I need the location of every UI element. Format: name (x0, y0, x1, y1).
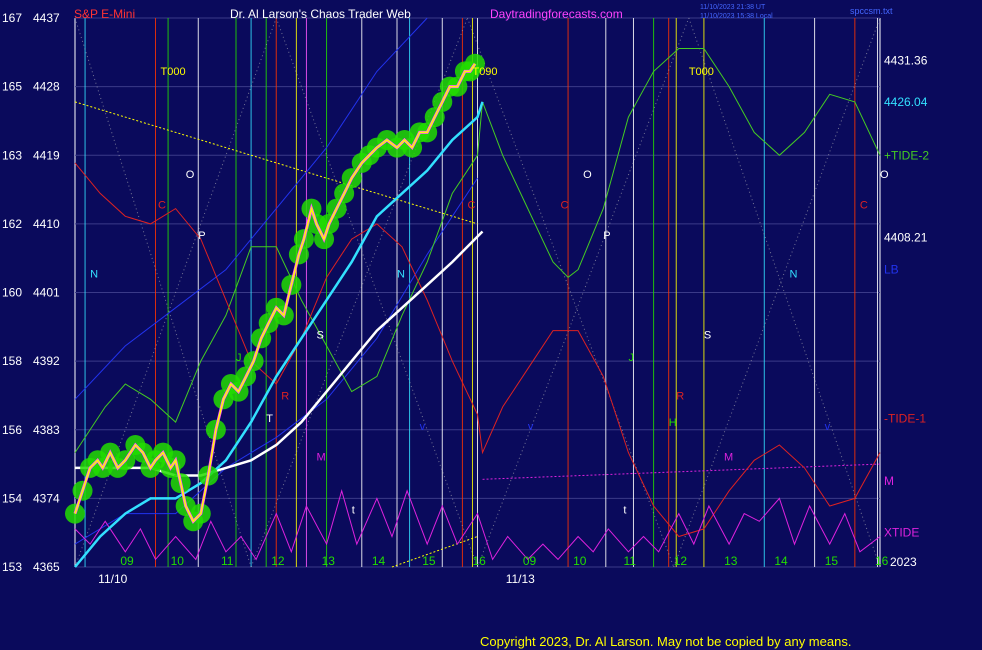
y-tick-price: 4374 (33, 491, 60, 505)
x-tick-hour: 12 (674, 554, 688, 568)
x-tick-hour: 10 (171, 554, 185, 568)
y-tick-left: 162 (2, 217, 22, 231)
right-value-label: +TIDE-2 (884, 148, 929, 162)
x-tick-hour: 10 (573, 554, 587, 568)
x-tick-hour: 15 (422, 554, 436, 568)
x-tick-hour: 15 (825, 554, 839, 568)
annotation-label: M (317, 451, 326, 463)
annotation-label: C (158, 200, 166, 212)
x-tick-hour: 14 (372, 554, 386, 568)
x-tick-date: 11/10 (98, 572, 127, 586)
x-tick-hour: 09 (523, 554, 537, 568)
chart-title: Dr. Al Larson's Chaos Trader Web (230, 7, 411, 21)
right-value-label: 4408.21 (884, 231, 928, 245)
x-tick-hour: 16 (875, 554, 889, 568)
annotation-label: v (420, 421, 426, 433)
x-tick-hour: 12 (271, 554, 285, 568)
y-tick-left: 165 (2, 80, 22, 94)
level-line (482, 463, 881, 480)
y-tick-price: 4383 (33, 423, 60, 437)
y-tick-price: 4410 (33, 217, 60, 231)
y-tick-left: 163 (2, 148, 22, 162)
annotation-label: O (186, 169, 195, 181)
annotation-label: O (880, 169, 889, 181)
annotation-label: O (583, 169, 592, 181)
x-tick-hour: 16 (473, 554, 487, 568)
y-tick-price: 4428 (33, 80, 60, 94)
annotation-label: C (467, 200, 475, 212)
timestamp-ut: 11/10/2023 21:38 UT (700, 4, 766, 11)
x-tick-hour: 14 (774, 554, 788, 568)
right-value-label: M (884, 474, 894, 488)
right-labels: 4431.36 4426.04 +TIDE-2 4408.21 LB -TIDE-1 M XT… (884, 54, 929, 540)
y-tick-price: 4401 (33, 286, 60, 300)
annotation-label: C (860, 200, 868, 212)
right-value-label: LB (884, 263, 899, 277)
annotation-label: T000 (161, 66, 186, 78)
x-tick-hour: 11 (623, 554, 636, 568)
annotation-label: v (825, 421, 831, 433)
y-tick-left: 167 (2, 11, 22, 25)
y-tick-left: 154 (2, 491, 22, 505)
y-tick-price: 4392 (33, 354, 60, 368)
annotation-label: T090 (472, 66, 497, 78)
site-link[interactable]: Daytradingforecasts.com (490, 7, 623, 21)
y-tick-left: 153 (2, 560, 22, 574)
annotation-label: P (198, 230, 205, 242)
right-value-label: 4431.36 (884, 54, 928, 68)
copyright-notice: Copyright 2023, Dr. Al Larson. May not b… (480, 634, 852, 649)
annotation-label: N (789, 268, 797, 280)
annotation-label: R (676, 390, 684, 402)
x-tick-hour: 11 (221, 554, 234, 568)
annotation-label: H (669, 417, 677, 429)
symbol-label: S&P E-Mini (74, 7, 135, 21)
annotation-label: t (352, 505, 355, 517)
right-value-label: 4426.04 (884, 95, 928, 109)
y-tick-price: 4437 (33, 11, 60, 25)
x-tick-hour: 13 (322, 554, 336, 568)
annotation-label: N (90, 268, 98, 280)
x-tick-hour: 09 (120, 554, 134, 568)
annotation-label: T000 (689, 66, 714, 78)
chaos-chart: 167 4437 165 4428 163 4419 162 4410 160 4401 158 43… (2, 4, 929, 586)
y-tick-left: 156 (2, 423, 22, 437)
file-name: spccsm.txt (850, 6, 893, 16)
y-tick-price: 4365 (33, 560, 60, 574)
annotations: T000 T090 T000 O O O C C C C P P N N N S S J J R R H T M Mt t v v v (90, 66, 889, 516)
right-value-label: XTIDE (884, 526, 919, 540)
series-ma-fast (74, 101, 484, 568)
y-tick-left: 160 (2, 286, 22, 300)
x-tick-date: 11/13 (506, 572, 535, 586)
annotation-label: C (561, 200, 569, 212)
x-tick-hour: 13 (724, 554, 738, 568)
y-tick-left: 158 (2, 354, 22, 368)
annotation-label: P (603, 230, 610, 242)
annotation-label: T (266, 413, 273, 425)
annotation-label: S (704, 329, 711, 341)
annotation-label: S (317, 329, 324, 341)
timestamp-local: 11/10/2023 15:38 Local (700, 13, 773, 20)
annotation-label: v (528, 421, 534, 433)
year-label: 2023 (890, 555, 917, 569)
annotation-label: J (236, 352, 242, 364)
annotation-label: J (628, 352, 634, 364)
annotation-label: M (724, 451, 733, 463)
annotation-label: t (623, 505, 626, 517)
annotation-label: R (281, 390, 289, 402)
y-tick-price: 4419 (33, 148, 60, 162)
right-value-label: -TIDE-1 (884, 411, 926, 425)
annotation-label: N (397, 268, 405, 280)
price-glow-dot (65, 503, 85, 524)
